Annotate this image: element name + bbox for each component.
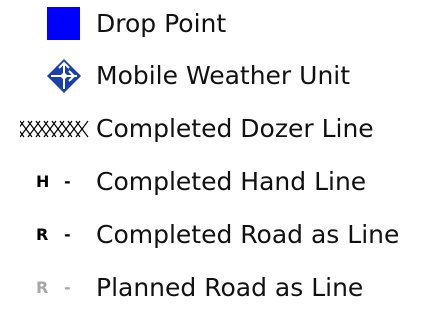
mobile-weather-unit-icon: [20, 56, 90, 96]
legend-item-drop-point: Drop Point: [0, 4, 438, 44]
legend-item-completed-road-as-line: R - Completed Road as Line: [0, 215, 438, 255]
legend-label: Drop Point: [96, 9, 227, 38]
legend-label: Completed Road as Line: [96, 220, 400, 249]
road-line-letter: R: [36, 225, 49, 244]
hand-line-dash: -: [64, 172, 71, 191]
planned-road-line-dash: -: [64, 278, 71, 297]
legend-item-completed-hand-line: H - Completed Hand Line: [0, 162, 438, 202]
planned-road-line-letter: R: [36, 278, 49, 297]
legend-label: Planned Road as Line: [96, 273, 364, 302]
legend-label: Completed Dozer Line: [96, 114, 374, 143]
hand-line-icon: H -: [20, 162, 90, 202]
legend-item-planned-road-as-line: R - Planned Road as Line: [0, 268, 438, 308]
planned-road-line-icon: R -: [20, 268, 90, 308]
blue-square-icon: [20, 4, 90, 44]
legend-item-completed-dozer-line: Completed Dozer Line: [0, 109, 438, 149]
legend-item-mobile-weather-unit: Mobile Weather Unit: [0, 56, 438, 96]
legend-label: Completed Hand Line: [96, 167, 367, 196]
hand-line-letter: H: [36, 172, 50, 191]
road-line-dash: -: [64, 225, 71, 244]
legend-label: Mobile Weather Unit: [96, 61, 351, 90]
dozer-line-icon: [20, 109, 90, 149]
road-line-icon: R -: [20, 215, 90, 255]
map-legend: Drop Point Mobile Weather Unit Completed…: [0, 0, 438, 317]
